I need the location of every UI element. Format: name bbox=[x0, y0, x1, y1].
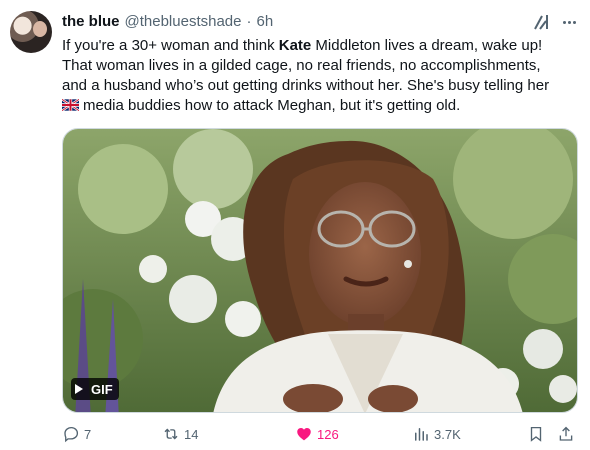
view-count: 3.7K bbox=[434, 426, 461, 442]
reply-icon bbox=[64, 426, 79, 443]
tweet-text-line-4: media buddies how to attack Meghan, but … bbox=[62, 96, 582, 116]
tweet[interactable]: the blue @thebluestshade · 6h If you're … bbox=[0, 0, 590, 450]
tweet-text-line-2: That woman lives in a gilded cage, no re… bbox=[62, 57, 541, 74]
more-icon[interactable] bbox=[559, 12, 579, 32]
reply-button[interactable]: 7 bbox=[62, 425, 91, 443]
reply-count: 7 bbox=[84, 426, 92, 442]
views-icon bbox=[415, 428, 428, 441]
tweet-actions: 7 14 126 3.7K bbox=[62, 425, 582, 447]
separator-dot: · bbox=[246, 13, 252, 30]
play-icon[interactable] bbox=[75, 384, 83, 394]
grok-icon[interactable] bbox=[532, 13, 550, 31]
gif-badge[interactable]: GIF bbox=[71, 378, 119, 400]
gif-label: GIF bbox=[91, 381, 113, 397]
like-button[interactable]: 126 bbox=[295, 425, 339, 443]
tweet-text: If you're a 30+ woman and think Kate Mid… bbox=[62, 36, 582, 116]
views-button[interactable]: 3.7K bbox=[412, 425, 461, 443]
repost-button[interactable]: 14 bbox=[162, 425, 198, 443]
gif-image bbox=[63, 129, 577, 412]
repost-count: 14 bbox=[184, 426, 199, 442]
share-icon bbox=[559, 426, 573, 441]
like-count: 126 bbox=[317, 426, 339, 442]
bookmark-button[interactable] bbox=[527, 425, 545, 443]
heart-icon bbox=[297, 428, 311, 441]
tweet-header: the blue @thebluestshade · 6h bbox=[62, 13, 273, 30]
share-button[interactable] bbox=[557, 425, 575, 443]
repost-icon bbox=[164, 428, 178, 440]
avatar[interactable] bbox=[10, 11, 52, 53]
uk-flag-icon bbox=[62, 99, 79, 111]
gif-media[interactable]: GIF bbox=[62, 128, 578, 413]
display-name[interactable]: the blue bbox=[62, 13, 120, 30]
timestamp[interactable]: 6h bbox=[257, 13, 274, 30]
bookmark-icon bbox=[530, 426, 542, 442]
tweet-text-line-3: and a husband who’s out getting drinks w… bbox=[62, 77, 550, 94]
handle[interactable]: @thebluestshade bbox=[125, 13, 242, 30]
kate-bold: Kate bbox=[278, 37, 312, 54]
tweet-text-line-1: If you're a 30+ woman and think Kate Mid… bbox=[62, 37, 543, 54]
